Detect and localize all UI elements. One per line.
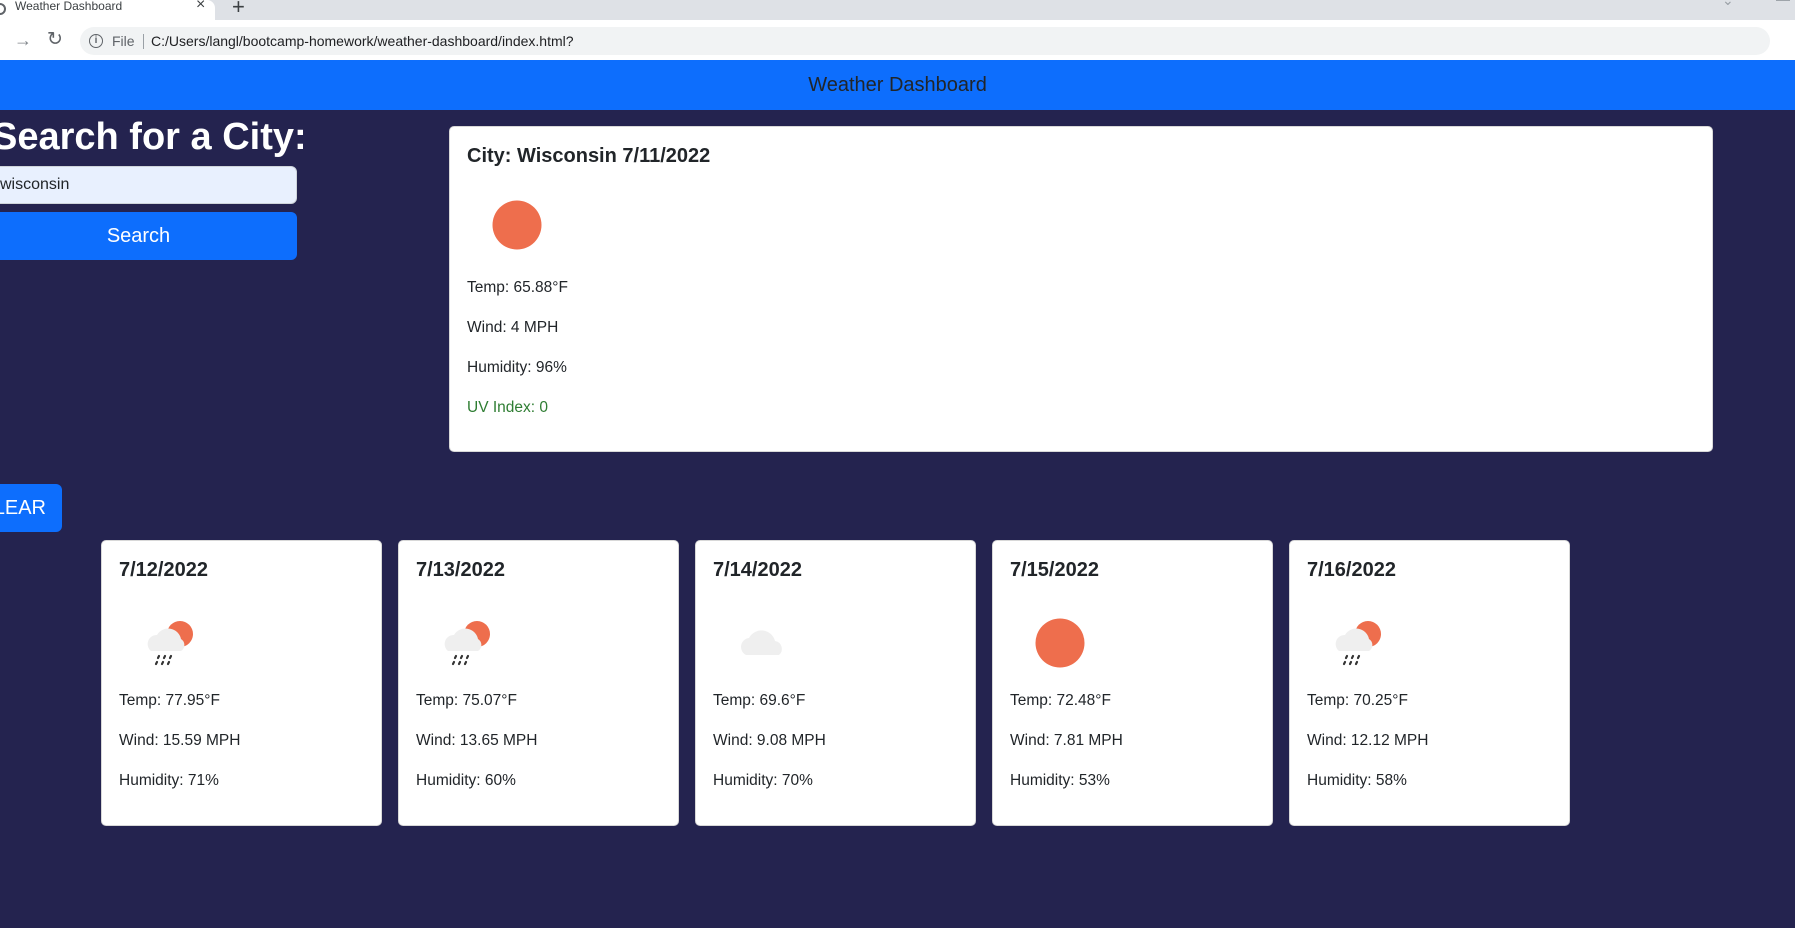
forecast-humidity: Humidity: 71% [119,772,219,789]
browser-tab[interactable]: Weather Dashboard × [0,0,215,20]
current-temp: Temp: 65.88°F [467,279,568,296]
forecast-temp: Temp: 72.48°F [1010,692,1111,709]
forecast-temp: Temp: 70.25°F [1307,692,1408,709]
current-city-title: City: Wisconsin 7/11/2022 [467,145,711,167]
forecast-card: 7/16/2022 Temp: 70.25°F Wind: 12.12 MPH … [1289,540,1570,826]
forecast-card: 7/13/2022 Temp: 75.07°F Wind: 13.65 MPH … [398,540,679,826]
app-header: Weather Dashboard [0,60,1795,110]
forecast-wind: Wind: 12.12 MPH [1307,732,1429,749]
forecast-humidity: Humidity: 53% [1010,772,1110,789]
tab-search-chevron-icon[interactable]: ⌄ [1722,0,1734,9]
address-bar[interactable]: i File C:/Users/langl/bootcamp-homework/… [80,27,1770,55]
rain-sun-icon [1335,621,1381,666]
forecast-wind: Wind: 13.65 MPH [416,732,538,749]
current-wind: Wind: 4 MPH [467,319,559,336]
sun-icon [492,200,542,250]
info-icon[interactable]: i [89,34,103,48]
rain-sun-icon [444,621,490,666]
forecast-card: 7/12/2022 Temp: 77.95°F Wind: 15.59 MPH … [101,540,382,826]
tab-title: Weather Dashboard [15,0,123,13]
rain-sun-icon [147,621,193,666]
current-humidity: Humidity: 96% [467,359,567,376]
forecast-date: 7/16/2022 [1307,559,1396,581]
browser-toolbar: → ↻ i File C:/Users/langl/bootcamp-homew… [0,20,1795,60]
forward-arrow-icon[interactable]: → [14,29,32,51]
reload-icon[interactable]: ↻ [47,29,63,51]
forecast-wind: Wind: 15.59 MPH [119,732,241,749]
cloud-icon [741,630,782,655]
new-tab-button[interactable]: + [232,0,245,18]
forecast-temp: Temp: 69.6°F [713,692,806,709]
forecast-date: 7/12/2022 [119,559,208,581]
forecast-wind: Wind: 7.81 MPH [1010,732,1123,749]
url-text[interactable]: C:/Users/langl/bootcamp-homework/weather… [151,27,574,55]
forecast-wind: Wind: 9.08 MPH [713,732,826,749]
current-weather-card: City: Wisconsin 7/11/2022 Temp: 65.88°F … [449,126,1713,452]
minimize-icon[interactable]: — [1776,0,1790,7]
address-separator [143,34,144,49]
forecast-date: 7/13/2022 [416,559,505,581]
sun-icon [1035,618,1085,668]
search-heading: Search for a City: [0,116,307,158]
current-uv-index: UV Index: 0 [467,399,548,416]
forecast-date: 7/14/2022 [713,559,802,581]
forecast-humidity: Humidity: 58% [1307,772,1407,789]
forecast-card: 7/15/2022 Temp: 72.48°F Wind: 7.81 MPH H… [992,540,1273,826]
forecast-temp: Temp: 75.07°F [416,692,517,709]
browser-tab-bar: Weather Dashboard × + ⌄ — [0,0,1795,20]
forecast-humidity: Humidity: 60% [416,772,516,789]
forecast-date: 7/15/2022 [1010,559,1099,581]
forecast-humidity: Humidity: 70% [713,772,813,789]
city-search-input[interactable] [0,166,297,204]
globe-icon [0,3,6,15]
search-button[interactable]: Search [0,212,297,260]
file-scheme-label: File [112,33,135,49]
forecast-temp: Temp: 77.95°F [119,692,220,709]
forecast-card: 7/14/2022 Temp: 69.6°F Wind: 9.08 MPH Hu… [695,540,976,826]
clear-button[interactable]: CLEAR [0,484,62,532]
close-tab-icon[interactable]: × [196,0,205,13]
